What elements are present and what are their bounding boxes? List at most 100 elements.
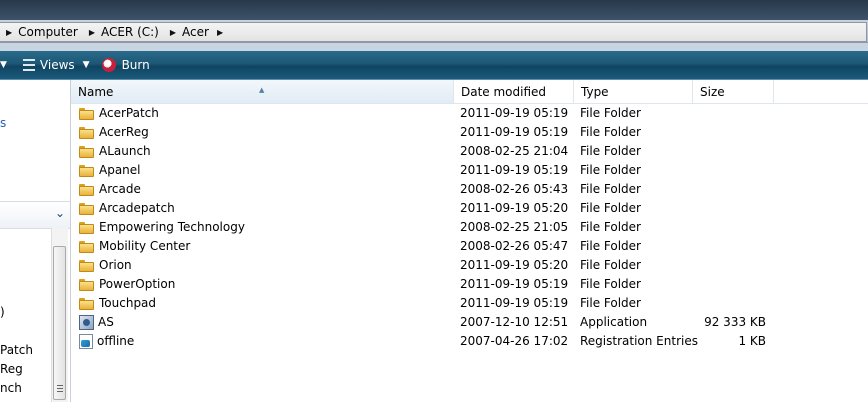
file-row[interactable]: ALaunch 2008-02-25 21:04 File Folder xyxy=(71,142,868,161)
folder-icon xyxy=(79,202,94,215)
tree-item[interactable]: Reg xyxy=(0,362,23,376)
file-row[interactable]: Arcadepatch 2011-09-19 05:20 File Folder xyxy=(71,199,868,218)
file-row[interactable]: Orion 2011-09-19 05:20 File Folder xyxy=(71,256,868,275)
file-name-cell[interactable]: AS xyxy=(79,313,114,332)
column-header-type[interactable]: Type xyxy=(574,80,693,103)
folder-icon xyxy=(79,183,94,196)
column-header-name[interactable]: ▲ Name xyxy=(71,80,454,103)
file-name: Arcade xyxy=(99,182,141,196)
file-row[interactable]: offline 2007-04-26 17:02 Registration Entr… xyxy=(71,332,868,351)
file-row[interactable]: Touchpad 2011-09-19 05:19 File Folder xyxy=(71,294,868,313)
file-size xyxy=(695,199,766,218)
file-size xyxy=(695,104,766,123)
views-button[interactable]: Views xyxy=(17,54,81,76)
file-name-cell[interactable]: AcerPatch xyxy=(79,104,159,123)
file-name-cell[interactable]: Empowering Technology xyxy=(79,218,245,237)
file-type: File Folder xyxy=(580,163,641,177)
file-name-cell[interactable]: Apanel xyxy=(79,161,141,180)
breadcrumb[interactable]: ▶ Computer ▶ ACER (C:) ▶ Acer ▶ xyxy=(0,22,867,42)
column-header-size[interactable]: Size xyxy=(693,80,774,103)
file-row[interactable]: Empowering Technology 2008-02-25 21:05 Fil… xyxy=(71,218,868,237)
chevron-down-icon[interactable]: ▼ xyxy=(0,60,7,70)
file-date-modified: 2011-09-19 05:19 xyxy=(460,106,569,120)
file-type: File Folder xyxy=(580,182,641,196)
file-type: File Folder xyxy=(580,220,641,234)
file-name-cell[interactable]: Arcadepatch xyxy=(79,199,175,218)
file-name-cell[interactable]: Mobility Center xyxy=(79,237,190,256)
file-type: File Folder xyxy=(580,201,641,215)
folder-icon xyxy=(79,164,94,177)
file-name: AS xyxy=(98,315,114,329)
file-name: Touchpad xyxy=(99,296,157,310)
breadcrumb-label[interactable]: Acer xyxy=(182,25,211,39)
breadcrumb-item-acer-drive[interactable]: ▶ ACER (C:) xyxy=(83,23,164,41)
chevron-down-icon[interactable]: ▼ xyxy=(83,60,90,70)
file-name-cell[interactable]: ALaunch xyxy=(79,142,151,161)
file-row[interactable]: AcerPatch 2011-09-19 05:19 File Folder xyxy=(71,104,868,123)
file-name-cell[interactable]: offline xyxy=(79,332,134,351)
file-name-cell[interactable]: PowerOption xyxy=(79,275,175,294)
chevron-right-icon[interactable]: ▶ xyxy=(0,28,18,37)
toolbar-separator xyxy=(0,43,868,51)
file-list: ▲ Name Date modified Type Size AcerPatch… xyxy=(71,80,868,402)
scrollbar-thumb[interactable] xyxy=(53,246,66,400)
breadcrumb-item-computer[interactable]: ▶ Computer xyxy=(0,23,83,41)
file-type: File Folder xyxy=(580,296,641,310)
burn-button[interactable]: Burn xyxy=(96,54,156,76)
file-date-modified: 2008-02-25 21:04 xyxy=(460,144,569,158)
grip-icon xyxy=(57,385,63,394)
breadcrumb-label[interactable]: Computer xyxy=(18,25,80,39)
window-title-bar xyxy=(0,0,868,20)
navigation-pane: s ⌄ ) Patch Reg nch xyxy=(0,80,71,402)
file-row[interactable]: PowerOption 2011-09-19 05:19 File Folder xyxy=(71,275,868,294)
file-name: Empowering Technology xyxy=(99,220,245,234)
favorite-link[interactable]: s xyxy=(0,116,6,130)
file-size xyxy=(695,256,766,275)
file-row[interactable]: Apanel 2011-09-19 05:19 File Folder xyxy=(71,161,868,180)
file-name-cell[interactable]: Touchpad xyxy=(79,294,156,313)
views-dropdown-arrow[interactable]: ▼ xyxy=(81,54,96,76)
file-type: File Folder xyxy=(580,106,641,120)
chevron-right-icon[interactable]: ▶ xyxy=(164,28,182,37)
tree-item[interactable]: Patch xyxy=(0,343,33,357)
file-size xyxy=(695,294,766,313)
file-date-modified: 2011-09-19 05:19 xyxy=(460,163,569,177)
folder-tree-scrollbar[interactable] xyxy=(51,228,68,402)
file-name: Orion xyxy=(99,258,132,272)
tree-item[interactable]: nch xyxy=(0,381,22,395)
breadcrumb-item-acer[interactable]: ▶ Acer ▶ xyxy=(164,23,232,41)
organize-dropdown-arrow[interactable]: ▼ xyxy=(0,54,17,76)
file-date-modified: 2008-02-26 05:47 xyxy=(460,239,569,253)
file-size xyxy=(695,218,766,237)
file-rows: AcerPatch 2011-09-19 05:19 File Folder Acer… xyxy=(71,104,868,351)
breadcrumb-label[interactable]: ACER (C:) xyxy=(101,25,161,39)
file-size xyxy=(695,142,766,161)
file-row[interactable]: AcerReg 2011-09-19 05:19 File Folder xyxy=(71,123,868,142)
column-header-label: Name xyxy=(78,85,114,99)
chevron-right-icon[interactable]: ▶ xyxy=(83,28,101,37)
file-date-modified: 2011-09-19 05:20 xyxy=(460,201,569,215)
folder-icon xyxy=(79,297,94,310)
file-row[interactable]: Mobility Center 2008-02-26 05:47 File Fold… xyxy=(71,237,868,256)
file-type: File Folder xyxy=(580,144,641,158)
file-date-modified: 2008-02-25 21:05 xyxy=(460,220,569,234)
file-row[interactable]: Arcade 2008-02-26 05:43 File Folder xyxy=(71,180,868,199)
file-name: PowerOption xyxy=(99,277,176,291)
tree-item[interactable]: ) xyxy=(0,305,5,319)
file-name: Apanel xyxy=(99,163,141,177)
file-date-modified: 2008-02-26 05:43 xyxy=(460,182,569,196)
file-date-modified: 2011-09-19 05:20 xyxy=(460,258,569,272)
column-header-date-modified[interactable]: Date modified xyxy=(454,80,574,103)
file-name: offline xyxy=(97,334,135,348)
file-name-cell[interactable]: Orion xyxy=(79,256,132,275)
file-date-modified: 2011-09-19 05:19 xyxy=(460,296,569,310)
file-name: ALaunch xyxy=(99,144,151,158)
chevron-down-icon[interactable]: ⌄ xyxy=(55,206,65,220)
folder-icon xyxy=(79,126,94,139)
folder-icon xyxy=(79,278,94,291)
file-name-cell[interactable]: Arcade xyxy=(79,180,141,199)
folders-header[interactable]: ⌄ xyxy=(0,201,70,229)
chevron-right-icon[interactable]: ▶ xyxy=(211,28,229,37)
file-name-cell[interactable]: AcerReg xyxy=(79,123,149,142)
file-row[interactable]: AS 2007-12-10 12:51 Application 92 333 KB xyxy=(71,313,868,332)
